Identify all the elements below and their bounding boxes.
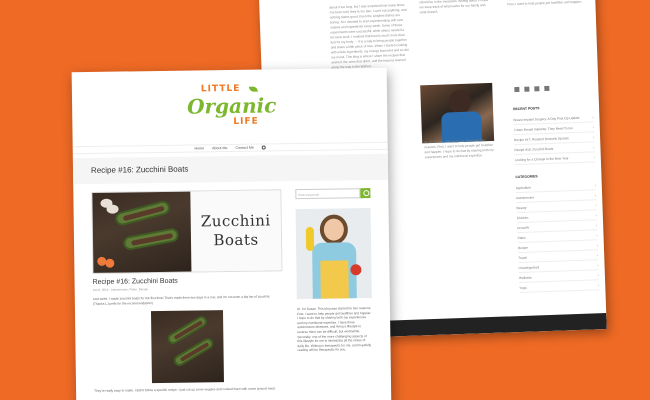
author-face-shape: [323, 218, 345, 241]
social-links: [514, 84, 592, 93]
tomato-shape: [350, 264, 362, 276]
logo-text-organic: Organic: [186, 93, 277, 119]
author-photo: [295, 208, 372, 300]
categories-heading: CATEGORIES: [515, 174, 538, 180]
post-body-continued: They're really easy to make. I didn't fo…: [94, 386, 276, 393]
featured-image-title: Zucchini Boats: [190, 190, 282, 272]
post-title[interactable]: Recipe #16: Zucchini Boats: [93, 276, 285, 286]
back-page-sidebar: RECENT POSTS Breast Implant Surgery: A D…: [512, 84, 600, 294]
post-content: Zucchini Boats Recipe #16: Zucchini Boat…: [91, 189, 286, 393]
instagram-icon[interactable]: [524, 86, 530, 92]
email-icon[interactable]: [534, 86, 540, 92]
facebook-icon[interactable]: [514, 86, 520, 93]
sidebar-search: Enter keywords: [295, 188, 371, 200]
twitter-icon[interactable]: [544, 85, 550, 92]
page-title: Recipe #16: Zucchini Boats: [90, 164, 189, 175]
post-meta: Jan 8, 2016 · Autoimmune, Paleo, Recipe: [92, 287, 149, 292]
search-input[interactable]: Enter keywords: [295, 188, 361, 200]
author-apron-shape: [320, 260, 349, 299]
featured-image-title-line1: Zucchini: [200, 211, 271, 231]
featured-image-title-line2: Boats: [213, 230, 259, 250]
back-page-body-text-lower: Hi, I'm Susan. This blog was started for…: [424, 138, 494, 160]
author-bio: Hi, I'm Susan. This blog was started for…: [296, 306, 372, 353]
squash-shape: [305, 226, 315, 251]
nav-contact-me[interactable]: Contact Me: [235, 146, 253, 150]
logo-text-little: LITTLE: [200, 83, 241, 95]
post-featured-image[interactable]: Zucchini Boats: [91, 189, 283, 274]
logo-text-life: LIFE: [233, 116, 259, 127]
leaf-icon: [248, 86, 258, 92]
page-title-bar: Recipe #16: Zucchini Boats: [72, 153, 389, 185]
back-page-sidebar-text: Hi, I'm Susan. This blog was started for…: [507, 0, 582, 7]
back-page-photo-face: [448, 89, 472, 115]
site-header: LITTLE Organic LIFE: [72, 68, 388, 147]
zucchini-boats-photo: [92, 191, 192, 273]
categories-list: Agriculture › Autoimmune › Beauty › Chicken…: [515, 180, 600, 294]
blog-page-preview: LITTLE Organic LIFE Home About Me Contac…: [71, 67, 392, 400]
nav-home[interactable]: Home: [195, 146, 205, 150]
zucchini-boat-shape: [113, 199, 172, 228]
sidebar: Enter keywords Hi, I'm Susan. This blog …: [295, 188, 372, 353]
search-icon[interactable]: [261, 145, 266, 150]
post-body: Last week, I made zucchini boats for the…: [92, 294, 271, 306]
zucchini-boat-shape: [122, 227, 180, 252]
recent-posts-list: Breast Implant Surgery: A Day Post Op Up…: [513, 112, 595, 166]
site-logo[interactable]: LITTLE Organic LIFE: [185, 83, 277, 134]
carrot-slice-shape: [105, 258, 115, 268]
nav-about-me[interactable]: About Me: [212, 146, 227, 150]
category-link[interactable]: Yoga ›: [519, 280, 600, 294]
back-page-body-text-middle: should be in the meal plan. Writing abou…: [419, 0, 489, 15]
recent-posts-heading: RECENT POSTS: [512, 106, 540, 112]
post-inline-image: [150, 310, 224, 384]
search-button[interactable]: [360, 188, 371, 199]
back-page-photo-boy: [420, 82, 495, 144]
recent-post-link[interactable]: Looking for a Change in the New Year ›: [514, 152, 595, 166]
